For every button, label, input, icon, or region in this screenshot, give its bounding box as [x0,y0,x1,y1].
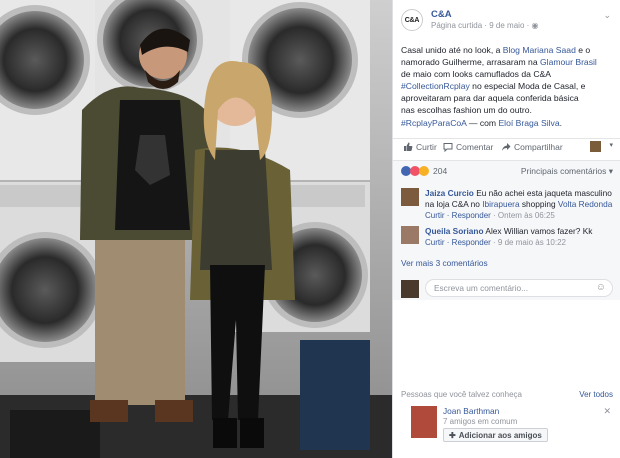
caret-down-icon[interactable]: ▾ [609,141,613,149]
post-link-glamour[interactable]: Glamour Brasil [540,57,597,67]
comment-button[interactable]: Comentar [443,142,493,152]
comment-body: Queila Soriano Alex Willian vamos fazer?… [425,226,613,248]
pymk-mutual-friends[interactable]: 7 amigos em comum [443,417,517,426]
avatar[interactable] [401,280,419,298]
share-button[interactable]: Compartilhar [501,142,563,152]
post-photo[interactable] [0,0,392,458]
reactions-bar: 204 Principais comentários ▾ [393,160,620,180]
comment-reply-links[interactable]: Curtir · Responder [425,211,491,220]
comment-body: Jaiza Curcio Eu não achei esta jaqueta m… [425,188,613,221]
post-meta-text: Página curtida · 9 de maio · [431,21,530,30]
page-avatar[interactable]: C&A [401,9,423,31]
post-text-segment: nas escolhas fashion um do outro. [401,105,532,116]
comment-meta: Curtir · Responder · 9 de maio às 10:22 [425,237,613,248]
add-friend-label: Adicionar aos amigos [458,430,542,440]
page-name[interactable]: C&A [431,9,452,20]
comment-text: Alex Willian vamos fazer? Kk [483,226,593,236]
reaction-count[interactable]: 204 [433,166,447,176]
comment-meta: Curtir · Responder · Ontem às 06:25 [425,210,613,221]
comment-author[interactable]: Queila Soriano [425,226,484,236]
like-label: Curtir [416,142,437,152]
comment-link[interactable]: Volta Redonda [558,199,612,209]
avatar[interactable] [401,226,419,244]
avatar[interactable] [411,406,437,438]
chevron-down-icon[interactable]: ⌄ [603,10,611,21]
post-sidebar: C&A C&A Página curtida · 9 de maio · ◉ ⌄… [392,0,620,458]
viewer-avatar[interactable] [590,141,601,152]
share-label: Compartilhar [514,142,563,152]
post-text-segment: e o [575,45,591,55]
comment-input[interactable]: Escreva um comentário... ☺ [425,279,613,297]
post-text-segment: . [559,117,562,128]
post-meta: Página curtida · 9 de maio · ◉ [431,21,539,30]
post-hashtag-collection[interactable]: #CollectionRcplay [401,81,470,91]
emoji-icon[interactable]: ☺ [596,282,606,293]
thumbs-up-icon [404,142,413,151]
comment-sort-dropdown[interactable]: Principais comentários ▾ [521,166,613,177]
pymk-title: Pessoas que você talvez conheça [401,390,522,399]
comment-reply-links[interactable]: Curtir · Responder [425,238,491,247]
close-icon[interactable]: ✕ [603,406,611,417]
post-text-segment: no especial Moda de Casal, e [469,81,586,92]
pymk-header: Pessoas que você talvez conheça Ver todo… [401,390,613,399]
post-text-segment: — com [466,117,499,128]
post-text-segment: namorado Guilherme, arrasaram na [401,57,540,68]
post-text: Casal unido até no look, a Blog Mariana … [401,44,613,129]
post-header: C&A C&A Página curtida · 9 de maio · ◉ ⌄ [401,8,613,36]
comment-text: shopping [519,199,558,209]
post-text-segment: de maio com looks camuflados da C&A [401,69,551,80]
comment-link[interactable]: Ibirapuera [482,199,519,209]
comments-section: Jaiza Curcio Eu não achei esta jaqueta m… [393,180,620,300]
haha-reaction-icon[interactable] [419,166,429,176]
comment-composer: Escreva um comentário... ☺ [401,278,613,300]
share-icon [502,143,511,151]
globe-icon: ◉ [531,21,539,30]
comment-input-placeholder: Escreva um comentário... [434,283,529,293]
comment-time[interactable]: · Ontem às 06:25 [491,211,555,220]
post-tagged-person[interactable]: Eloí Braga Silva [498,118,559,128]
comment-time[interactable]: · 9 de maio às 10:22 [491,238,566,247]
post-hashtag-rcplay[interactable]: #RcplayParaCoA [401,118,466,128]
comment-label: Comentar [456,142,494,152]
post-text-segment: Casal unido até no look, a [401,45,503,55]
avatar[interactable] [401,188,419,206]
comment-icon [443,143,453,152]
pymk-card: Joan Barthman 7 amigos em comum ✚ Adicio… [411,404,611,444]
page-avatar-text: C&A [404,16,420,24]
like-button[interactable]: Curtir [403,142,437,152]
add-friend-button[interactable]: ✚ Adicionar aos amigos [443,428,548,442]
post-text-segment: aproveitaram para dar aquela conferida b… [401,93,579,104]
post-actions-bar: Curtir Comentar Compartilhar ▾ [393,138,620,156]
comment-author[interactable]: Jaiza Curcio [425,188,474,198]
add-friend-icon: ✚ [449,430,456,440]
see-all-link[interactable]: Ver todos [579,390,613,399]
post-link-blog[interactable]: Blog Mariana Saad [503,45,576,55]
pymk-name[interactable]: Joan Barthman [443,406,499,416]
more-comments-link[interactable]: Ver mais 3 comentários [401,258,488,268]
